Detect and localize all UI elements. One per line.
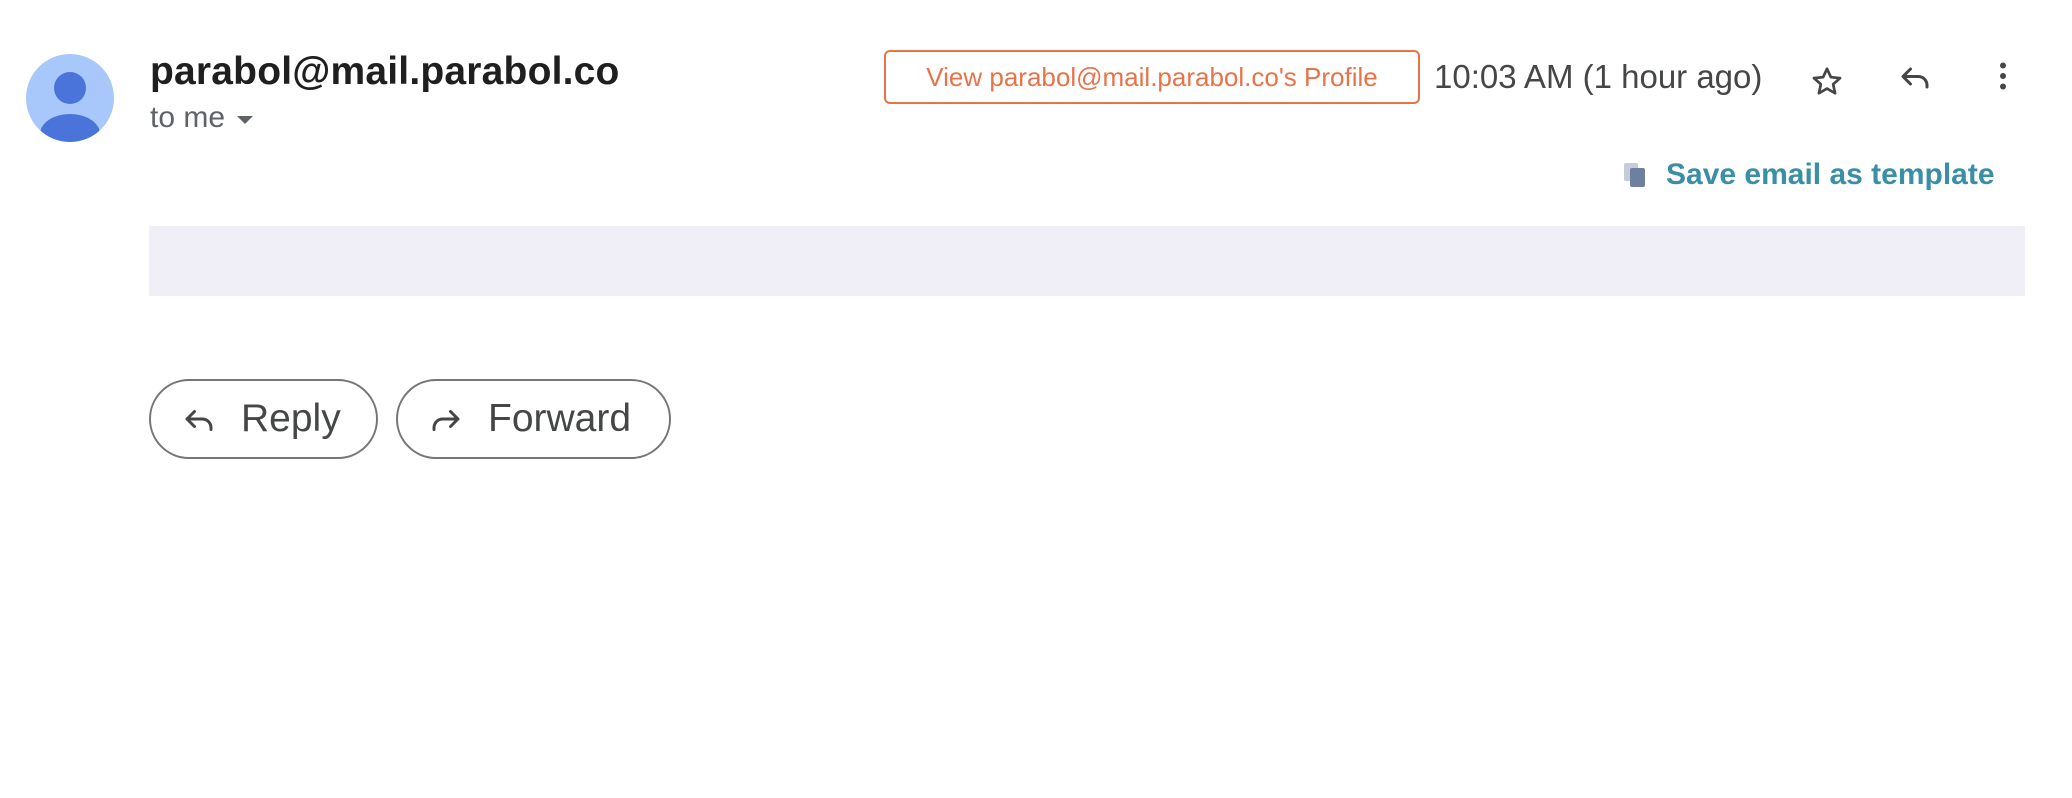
star-button[interactable] [1799, 54, 1855, 110]
reply-icon [185, 410, 213, 431]
forward-button[interactable]: Forward [396, 379, 671, 459]
reply-label: Reply [241, 397, 341, 440]
reply-icon [1901, 67, 1929, 89]
recipient-label: to me [150, 101, 226, 134]
forward-icon [432, 410, 460, 431]
forward-label: Forward [488, 397, 632, 440]
copy-icon [1624, 163, 1645, 187]
recipient-details-toggle[interactable]: to me [150, 101, 254, 135]
chevron-down-icon [237, 116, 254, 124]
email-message-view: parabol@mail.parabol.co to me View parab… [0, 0, 2072, 798]
more-vertical-icon [2000, 62, 2006, 90]
star-icon [1812, 67, 1842, 95]
reply-button[interactable]: Reply [149, 379, 378, 459]
save-template-label: Save email as template [1666, 158, 1995, 191]
sender-email: parabol@mail.parabol.co [150, 50, 620, 93]
email-body [149, 226, 2025, 296]
sender-avatar[interactable] [26, 54, 114, 142]
message-timestamp: 10:03 AM (1 hour ago) [1434, 58, 1763, 95]
more-options-button[interactable] [1975, 48, 2031, 104]
person-avatar-icon [40, 72, 100, 142]
save-email-template-link[interactable]: Save email as template [1622, 158, 1995, 192]
reply-icon-button[interactable] [1887, 50, 1943, 106]
view-profile-button[interactable]: View parabol@mail.parabol.co's Profile [884, 50, 1420, 104]
